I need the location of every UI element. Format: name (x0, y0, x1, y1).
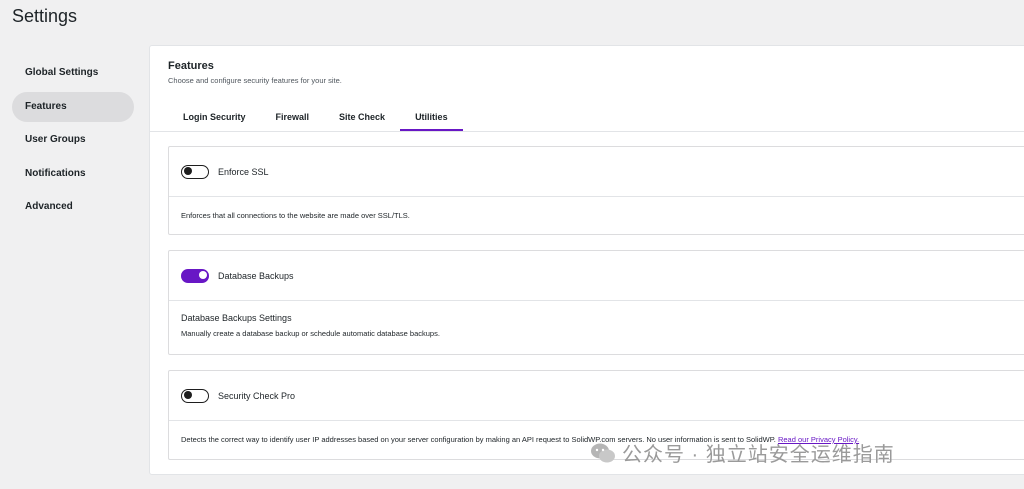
sidebar-item-global-settings[interactable]: Global Settings (12, 58, 134, 88)
enforce-ssl-description: Enforces that all connections to the web… (181, 211, 410, 220)
features-panel: Features Choose and configure security f… (149, 45, 1024, 475)
toggle-knob (183, 391, 192, 399)
wechat-icon (591, 443, 615, 462)
security-check-pro-label: Security Check Pro (218, 390, 296, 401)
toggle-knob (183, 167, 192, 175)
database-backups-card: Database Backups Database Backups Settin… (168, 250, 1024, 355)
security-check-pro-toggle[interactable] (181, 388, 209, 403)
feature-tabs: Login Security Firewall Site Check Utili… (168, 104, 463, 131)
panel-title: Features (168, 60, 214, 72)
enforce-ssl-card: Enforce SSL Enforces that all connection… (168, 146, 1024, 235)
settings-sidebar: Global Settings Features User Groups Not… (12, 58, 134, 226)
page-title: Settings (12, 6, 78, 26)
panel-subtitle: Choose and configure security features f… (168, 76, 342, 85)
sidebar-item-features[interactable]: Features (12, 91, 134, 122)
sidebar-item-user-groups[interactable]: User Groups (12, 125, 134, 155)
enforce-ssl-label: Enforce SSL (218, 166, 269, 177)
tab-firewall[interactable]: Firewall (261, 104, 325, 131)
tab-site-check[interactable]: Site Check (324, 104, 400, 131)
sidebar-item-notifications[interactable]: Notifications (12, 159, 134, 189)
database-backups-settings-title: Database Backups Settings (181, 313, 292, 323)
toggle-knob (198, 271, 207, 279)
database-backups-description: Manually create a database backup or sch… (181, 329, 440, 338)
enforce-ssl-toggle[interactable] (181, 164, 209, 179)
watermark-text: 公众号 · 独立站安全运维指南 (622, 444, 895, 466)
database-backups-label: Database Backups (218, 270, 294, 281)
tab-login-security[interactable]: Login Security (168, 104, 261, 131)
tabs-divider (150, 131, 1024, 132)
tab-utilities[interactable]: Utilities (400, 104, 463, 131)
watermark: 公众号 · 独立站安全运维指南 (590, 438, 895, 467)
database-backups-toggle[interactable] (181, 268, 209, 283)
sidebar-item-advanced[interactable]: Advanced (12, 192, 134, 222)
